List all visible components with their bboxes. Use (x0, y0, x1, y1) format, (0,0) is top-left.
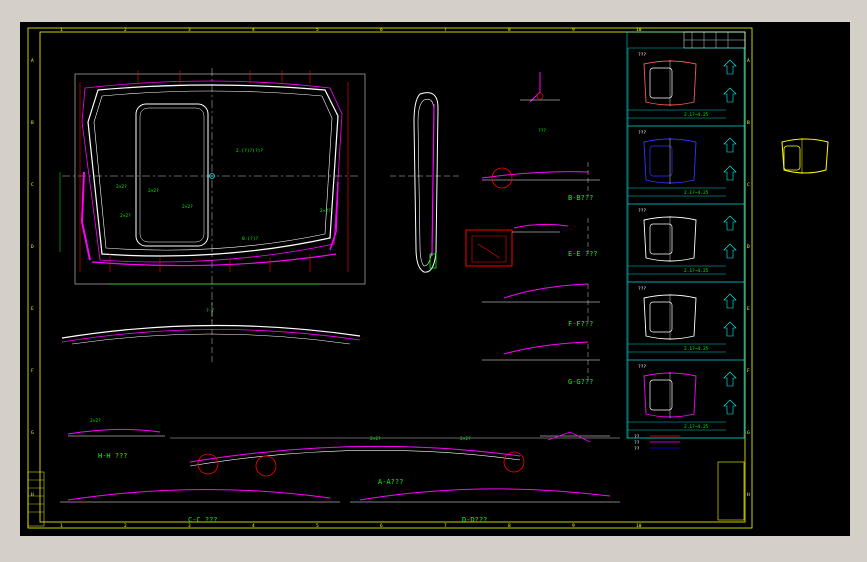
grid-letter-left: B (31, 120, 34, 126)
grid-letter-right: A (747, 58, 750, 64)
callout-label: 2×2? (120, 213, 131, 219)
section-title-g: G-G??? (568, 378, 593, 386)
grid-number-bottom: 1 (60, 523, 63, 529)
note-top: 2.(?)?(?)? (236, 148, 263, 154)
panel-code: 2.1?~4.25 (684, 346, 709, 352)
grid-number-top: 5 (316, 27, 319, 33)
panel-title: ??? (638, 52, 646, 58)
note-center: ?-? (206, 308, 214, 314)
roof-thumbnail (781, 138, 829, 174)
grid-letter-right: F (747, 368, 750, 374)
callout-label: 2×2? (148, 188, 159, 194)
panel-code: 2.1?~4.25 (684, 268, 709, 274)
grid-number-bottom: 5 (316, 523, 319, 529)
legend-item: ?? (634, 446, 640, 452)
grid-number-top: 6 (380, 27, 383, 33)
grid-letter-right: E (747, 306, 750, 312)
grid-letter-right: H (747, 492, 750, 498)
section-title-c: C-C ??? (188, 516, 218, 524)
grid-letter-right: D (747, 244, 750, 250)
left-title-block (27, 471, 45, 527)
grid-number-top: 7 (444, 27, 447, 33)
section-title-h: H-H ??? (98, 452, 128, 460)
sidebar-panel: ??? 2.1?~4.25 (627, 125, 745, 205)
section-title-d: D-D??? (462, 516, 487, 524)
grid-number-bottom: 7 (444, 523, 447, 529)
section-views-right (465, 72, 600, 382)
note-mid: 0.(?)? (242, 236, 259, 242)
grid-letter-left: H (31, 492, 34, 498)
sidebar-panel: ??? 2.1?~4.25 (627, 359, 745, 439)
grid-number-top: 9 (572, 27, 575, 33)
grid-letter-right: B (747, 120, 750, 126)
grid-number-bottom: 9 (572, 523, 575, 529)
grid-number-bottom: 4 (252, 523, 255, 529)
legend (650, 435, 745, 521)
grid-letter-left: G (31, 430, 34, 436)
callout-label: 2×2? (116, 184, 127, 190)
grid-number-top: 2 (124, 27, 127, 33)
panel-title: ??? (638, 286, 646, 292)
panel-code: 2.1?~4.25 (684, 112, 709, 118)
sidebar-panel: ??? 2.1?~4.25 (627, 47, 745, 127)
legend-item: ?? (634, 440, 640, 446)
section-views-bottom (60, 428, 620, 503)
grid-number-top: 3 (188, 27, 191, 33)
panel-code: 2.1?~4.25 (684, 424, 709, 430)
cad-viewport[interactable]: 1 1 2 2 3 3 4 4 5 5 6 6 7 7 8 8 9 9 10 10 AABBCCDDEEFFGGHH (20, 22, 850, 536)
grid-number-bottom: 10 (636, 523, 642, 529)
grid-number-top: 1 (60, 27, 63, 33)
grid-number-top: 4 (252, 27, 255, 33)
grid-letter-right: G (747, 430, 750, 436)
section-title-f: F-F??? (568, 320, 593, 328)
sidebar-panel: ??? 2.1?~4.25 (627, 281, 745, 361)
note-right: ??? (538, 128, 546, 134)
panel-title: ??? (638, 364, 646, 370)
grid-letter-left: F (31, 368, 34, 374)
section-title-e: E-E ??? (568, 250, 598, 258)
panel-title: ??? (638, 130, 646, 136)
panel-title: ??? (638, 208, 646, 214)
grid-number-bottom: 8 (508, 523, 511, 529)
drawing-border (27, 27, 753, 529)
grid-letter-left: D (31, 244, 34, 250)
sidebar-panel: ??? 2.1?~4.25 (627, 203, 745, 283)
grid-number-top: 8 (508, 27, 511, 33)
panel-code: 2.1?~4.25 (684, 190, 709, 196)
roof-top-view (59, 68, 366, 322)
drawing-canvas: 1122334455667788991010 A AB BC CD DE EF FG GH H (27, 27, 829, 529)
grid-letter-left: C (31, 182, 34, 188)
title-sidebar: ??? 2.1?~4.25??? 2.1?~4.25??? 2.1?~4.25??? 2… (626, 31, 746, 439)
grid-number-bottom: 2 (124, 523, 127, 529)
roof-side-view (390, 92, 460, 273)
grid-letter-left: E (31, 306, 34, 312)
callout-label: 2×2? (460, 436, 471, 442)
grid-letter-left: A (31, 58, 34, 64)
callout-label: 2×2? (90, 418, 101, 424)
callout-label: 2×2? (320, 208, 331, 214)
legend-item: ?? (634, 434, 640, 440)
grid-number-bottom: 6 (380, 523, 383, 529)
callout-label: 2×2? (370, 436, 381, 442)
grid-letters-left: A A B B C C D D E E F F G G H H (31, 58, 750, 498)
grid-numbers-top: 1122334455667788991010 (60, 27, 642, 529)
section-title-b: B-B??? (568, 194, 593, 202)
callout-label: 2×2? (182, 204, 193, 210)
grid-letter-right: C (747, 182, 750, 188)
section-title-a: A-A??? (378, 478, 403, 486)
